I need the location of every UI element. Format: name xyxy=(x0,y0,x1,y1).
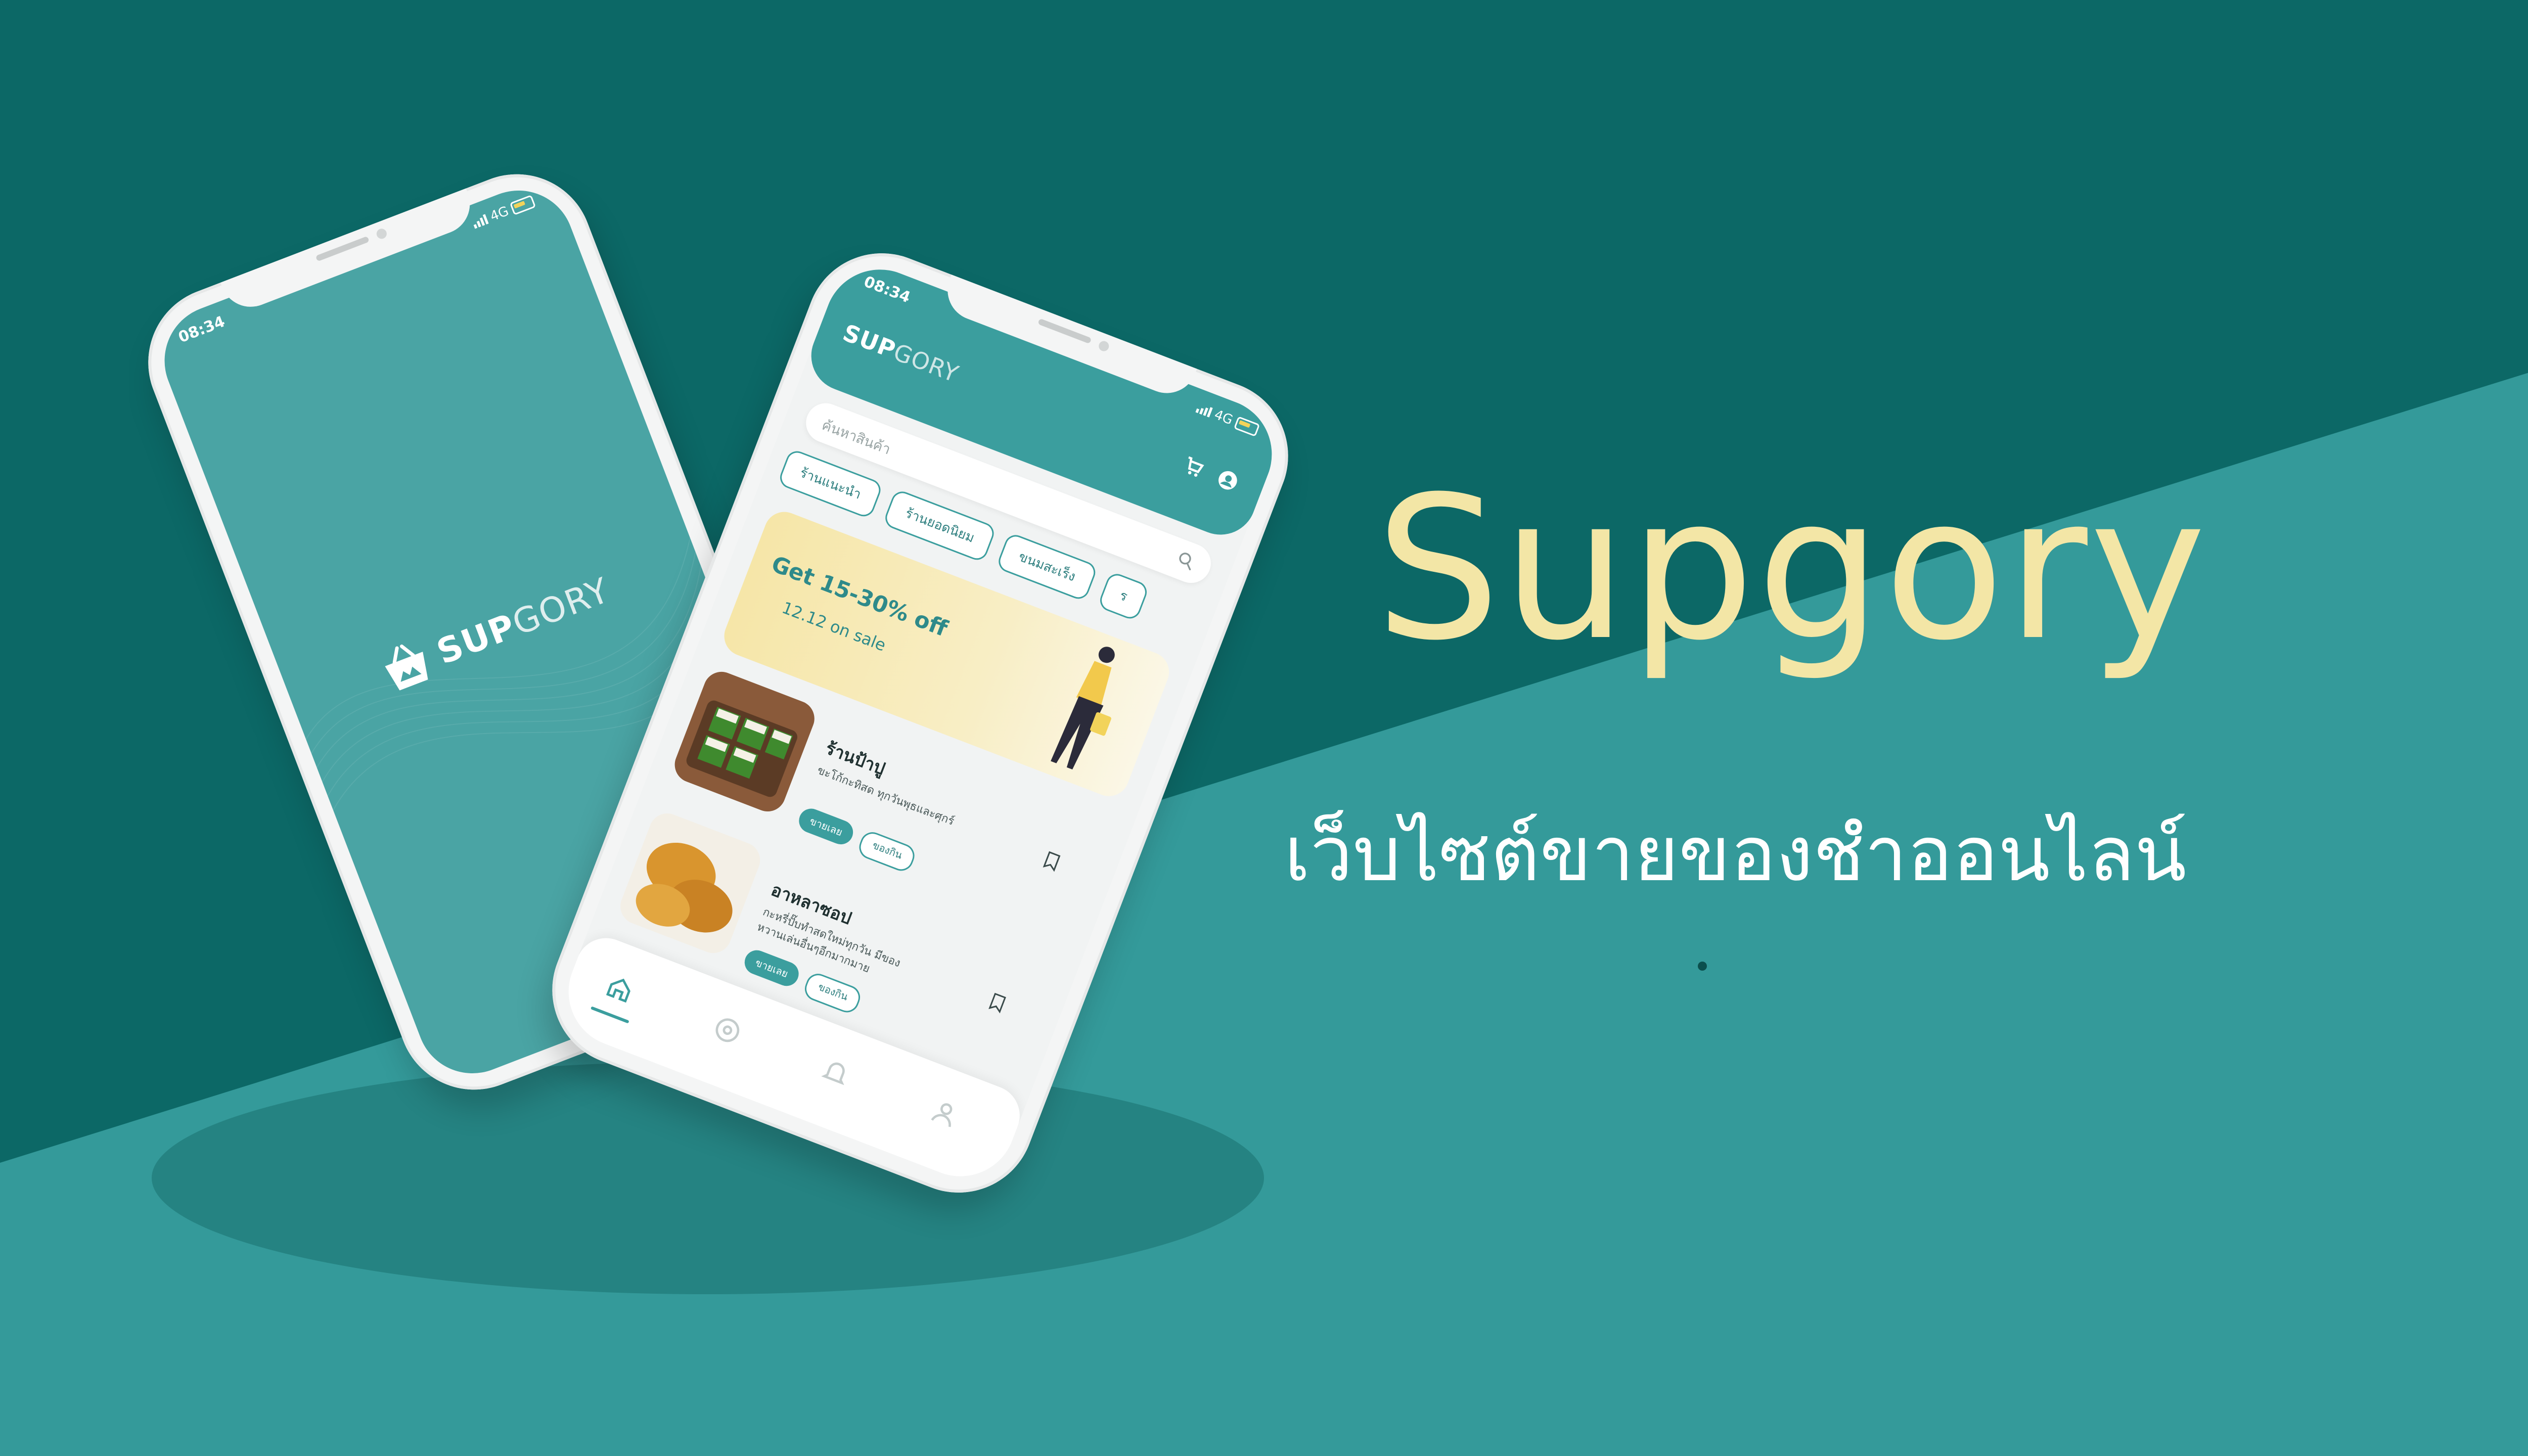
bell-icon[interactable] xyxy=(818,1054,854,1090)
status-indicators: 4G xyxy=(1195,400,1260,438)
shop-tag-primary[interactable]: ขายเลย xyxy=(741,946,803,990)
decorative-dot xyxy=(1698,962,1707,971)
hero-title: Supgory xyxy=(1375,454,2208,684)
app-logo[interactable]: SUPGORY xyxy=(839,318,963,387)
account-icon[interactable] xyxy=(1213,466,1242,495)
chip-more[interactable]: ร xyxy=(1097,570,1150,622)
shop-tag-secondary[interactable]: ของกิน xyxy=(855,829,918,875)
shopper-illustration xyxy=(1051,647,1115,769)
signal-icon xyxy=(472,214,489,229)
search-placeholder: ค้นหาสินค้า xyxy=(820,416,893,458)
shop-image xyxy=(669,666,820,817)
nav-active-indicator xyxy=(590,1006,629,1024)
bookmark-icon[interactable] xyxy=(1042,850,1062,872)
home-icon[interactable] xyxy=(602,971,638,1007)
hero-subtitle: เว็บไซต์ขายของชำออนไลน์ xyxy=(1284,810,2187,898)
shop-image xyxy=(615,808,765,959)
explore-icon[interactable] xyxy=(709,1012,746,1049)
cart-icon[interactable] xyxy=(1180,453,1208,482)
network-label: 4G xyxy=(1212,407,1235,428)
shop-tag-primary[interactable]: ขายเลย xyxy=(795,805,857,848)
search-icon[interactable] xyxy=(1173,548,1199,574)
signal-icon xyxy=(1195,403,1213,418)
status-time: 08:34 xyxy=(861,272,913,307)
user-icon[interactable] xyxy=(926,1095,963,1131)
battery-icon xyxy=(1233,416,1260,437)
shop-tag-secondary[interactable]: ของกิน xyxy=(801,970,864,1016)
bookmark-icon[interactable] xyxy=(987,991,1008,1014)
